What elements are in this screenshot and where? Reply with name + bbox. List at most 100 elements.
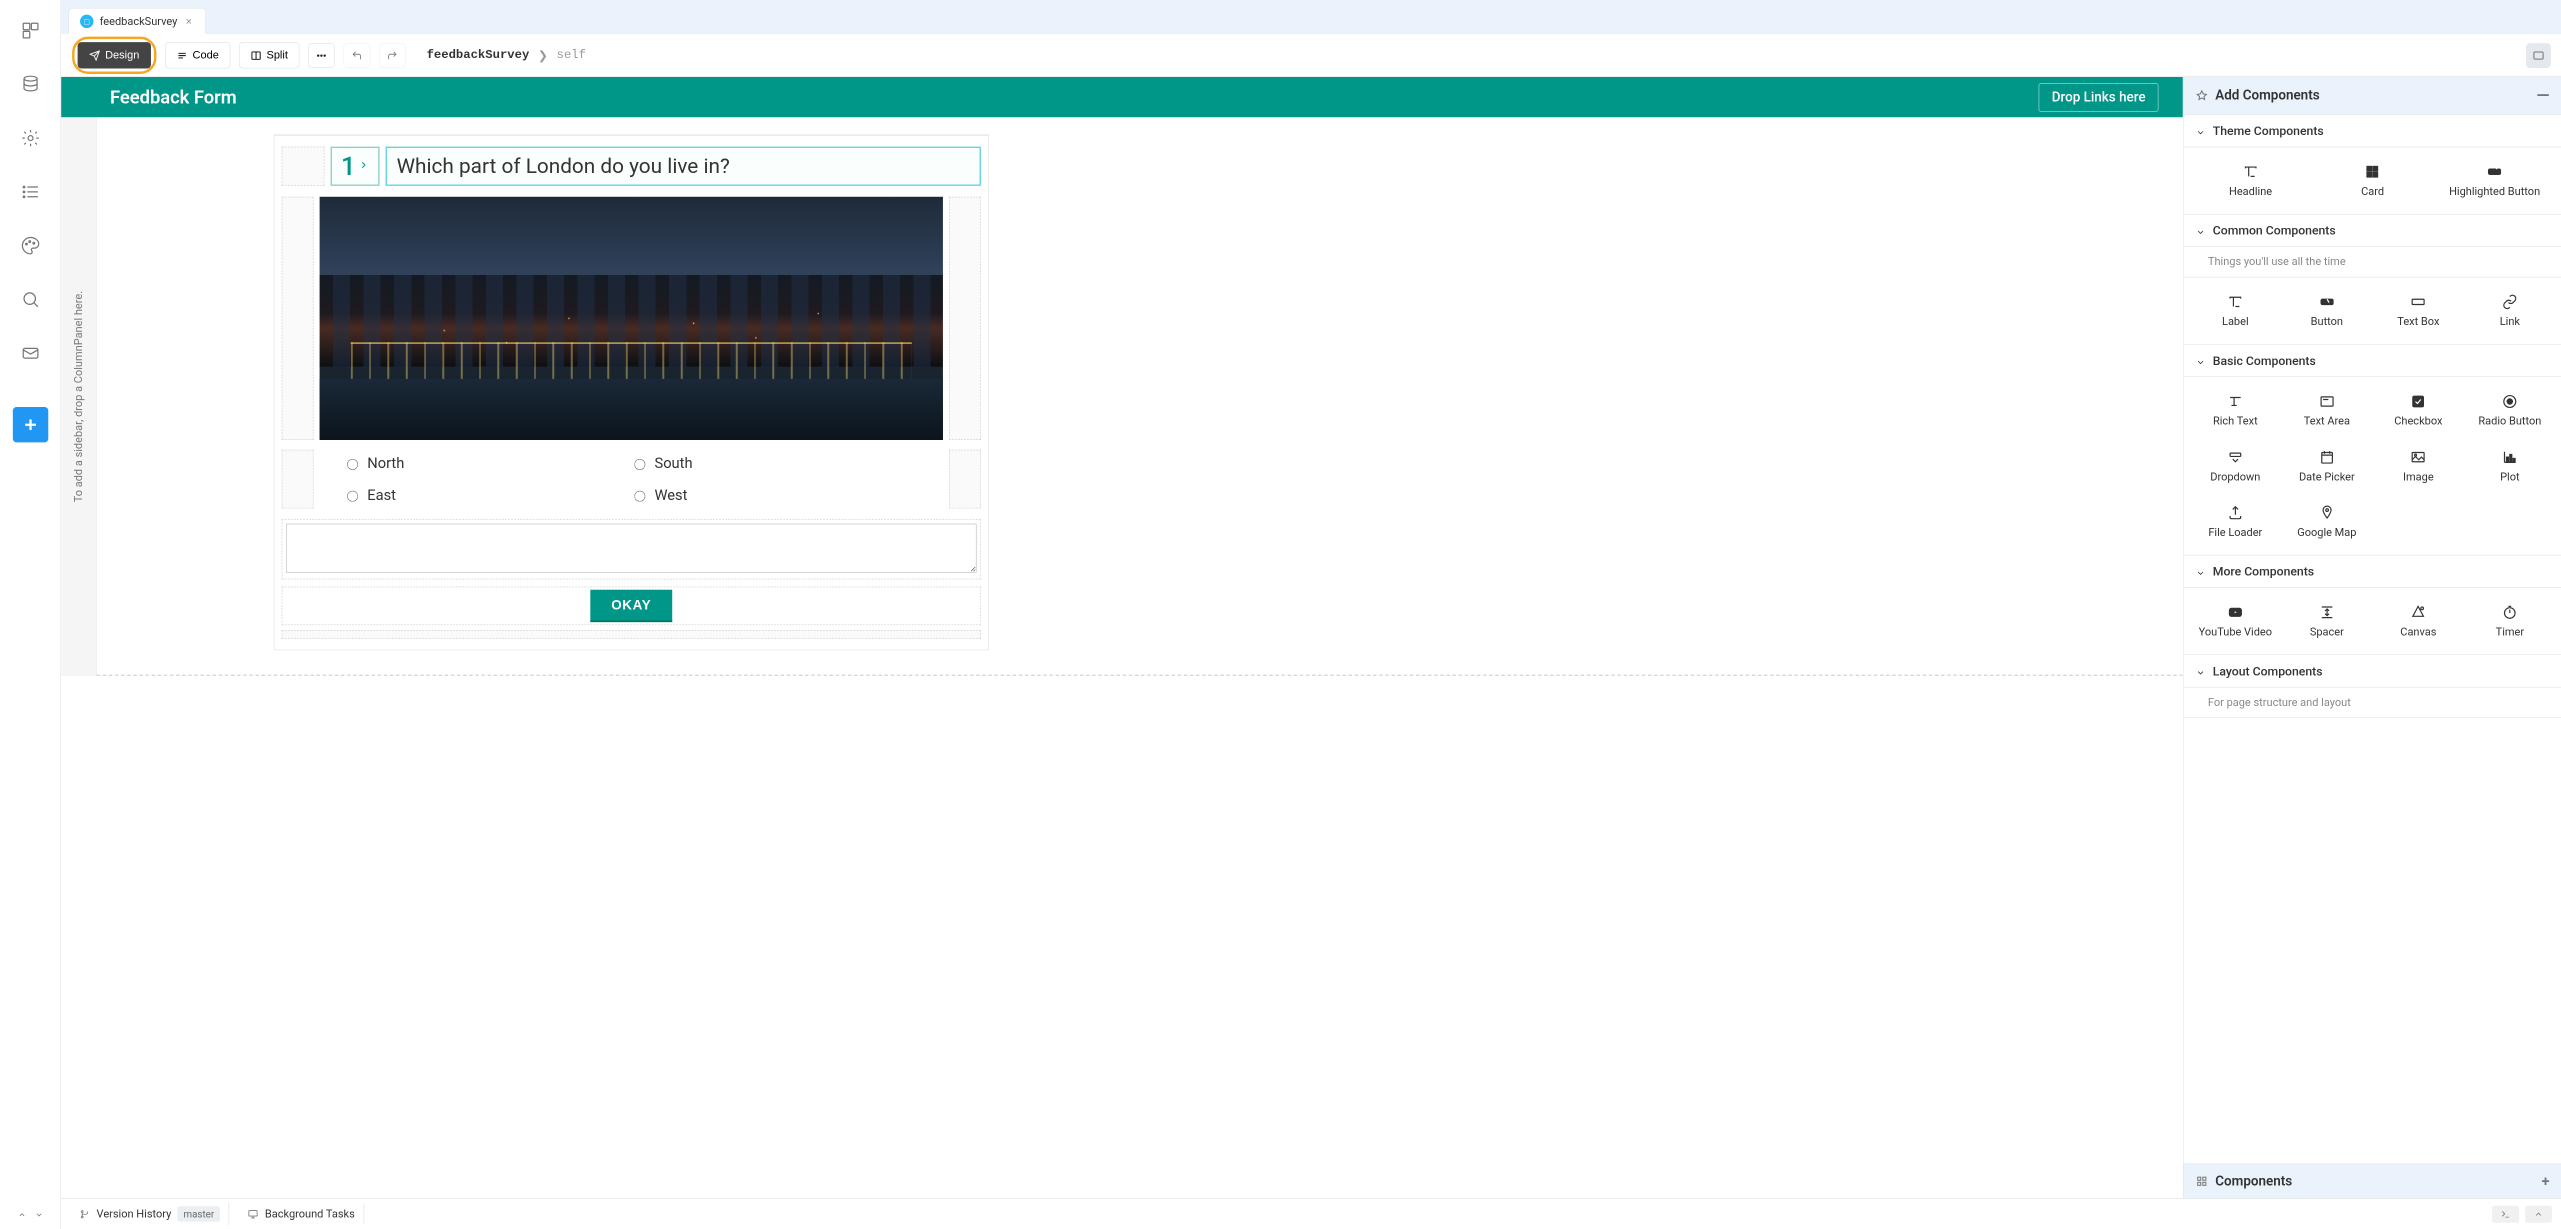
background-tasks-item[interactable]: Background Tasks <box>239 1204 364 1224</box>
drop-links-area[interactable]: Drop Links here <box>2039 83 2158 112</box>
radio-input[interactable] <box>634 459 645 470</box>
headline-icon <box>2242 163 2259 180</box>
okay-button[interactable]: OKAY <box>590 590 672 622</box>
version-history-item[interactable]: Version History master <box>71 1203 230 1226</box>
pin-icon <box>2196 90 2208 102</box>
more-menu-button[interactable] <box>308 43 335 67</box>
item-label: Button <box>2311 315 2343 328</box>
chevron-down-icon <box>2196 356 2206 366</box>
response-textarea[interactable] <box>286 524 977 573</box>
component-googlemap[interactable]: Google Map <box>2281 499 2373 544</box>
card-drop-strip[interactable] <box>282 630 981 639</box>
design-highlight-ring: Design <box>72 37 156 74</box>
tab-feedbacksurvey[interactable]: □ feedbackSurvey × <box>68 8 205 34</box>
component-card[interactable]: Card <box>2312 158 2434 203</box>
form-header-bar: Feedback Form Drop Links here <box>61 77 2183 117</box>
breadcrumb-self[interactable]: self <box>557 48 586 62</box>
component-image[interactable]: Image <box>2373 444 2465 489</box>
component-highlighted-button[interactable]: Highlighted Button <box>2434 158 2556 203</box>
component-link[interactable]: Link <box>2464 288 2556 333</box>
item-label: Card <box>2361 185 2384 198</box>
question-card[interactable]: 1 Which part of London do you live in? <box>274 134 989 650</box>
panel-collapse-up[interactable] <box>2525 1205 2552 1222</box>
mail-icon[interactable] <box>18 341 42 365</box>
list-icon[interactable] <box>18 180 42 204</box>
richtext-icon <box>2227 393 2244 410</box>
section-layout-components[interactable]: Layout Components <box>2183 655 2561 687</box>
radio-input[interactable] <box>347 459 358 470</box>
sidebar-collapse-down[interactable] <box>32 1208 45 1221</box>
section-basic-components[interactable]: Basic Components <box>2183 345 2561 377</box>
plus-icon[interactable]: + <box>2541 1173 2549 1190</box>
add-button[interactable] <box>13 407 48 442</box>
code-button[interactable]: Code <box>165 42 230 68</box>
radio-option-east[interactable]: East <box>344 486 631 503</box>
split-button[interactable]: Split <box>239 42 300 68</box>
googlemap-icon <box>2318 504 2335 521</box>
section-more-components[interactable]: More Components <box>2183 555 2561 587</box>
item-label: Canvas <box>2400 626 2436 639</box>
status-bar: Version History master Background Tasks <box>61 1198 2561 1229</box>
database-icon[interactable] <box>18 72 42 96</box>
sidebar-collapse-up[interactable] <box>15 1208 28 1221</box>
component-checkbox[interactable]: Checkbox <box>2373 388 2465 433</box>
palette-icon[interactable] <box>18 233 42 257</box>
design-button[interactable]: Design <box>78 42 151 68</box>
component-youtube[interactable]: YouTube Video <box>2190 599 2282 644</box>
form-title: Feedback Form <box>110 86 237 107</box>
minimize-icon[interactable]: — <box>2536 86 2549 106</box>
files-icon[interactable] <box>18 18 42 42</box>
question-text[interactable]: Which part of London do you live in? <box>386 147 981 186</box>
component-spacer[interactable]: Spacer <box>2281 599 2373 644</box>
component-dropdown[interactable]: Dropdown <box>2190 444 2282 489</box>
section-common-components[interactable]: Common Components <box>2183 214 2561 246</box>
label-icon <box>2227 293 2244 310</box>
textarea-wrapper <box>282 519 981 579</box>
fileloader-icon <box>2227 504 2244 521</box>
question-handle[interactable] <box>282 147 325 186</box>
component-button[interactable]: Button <box>2281 288 2373 333</box>
component-datepicker[interactable]: Date Picker <box>2281 444 2373 489</box>
component-textarea[interactable]: Text Area <box>2281 388 2373 433</box>
component-plot[interactable]: Plot <box>2464 444 2556 489</box>
component-headline[interactable]: Headline <box>2190 158 2312 203</box>
right-panel-header: Add Components — <box>2183 77 2561 115</box>
tab-bar: □ feedbackSurvey × <box>61 0 2561 34</box>
image-handle-right[interactable] <box>949 197 981 440</box>
sidebar-drop-hint[interactable]: To add a sidebar, drop a ColumnPanel her… <box>61 117 96 676</box>
component-radiobutton[interactable]: Radio Button <box>2464 388 2556 433</box>
component-canvas[interactable]: Canvas <box>2373 599 2465 644</box>
radio-input[interactable] <box>347 490 358 501</box>
component-richtext[interactable]: Rich Text <box>2190 388 2282 433</box>
question-number-box[interactable]: 1 <box>331 147 380 186</box>
component-textbox[interactable]: Text Box <box>2373 288 2465 333</box>
gear-icon[interactable] <box>18 126 42 150</box>
components-footer[interactable]: Components + <box>2183 1164 2561 1199</box>
section-theme-components[interactable]: Theme Components <box>2183 115 2561 147</box>
breadcrumb-form[interactable]: feedbackSurvey <box>427 48 530 62</box>
image-handle-left[interactable] <box>282 197 314 440</box>
component-fileloader[interactable]: File Loader <box>2190 499 2282 544</box>
options-handle-right[interactable] <box>949 450 981 509</box>
undo-button[interactable] <box>343 43 370 67</box>
radio-input[interactable] <box>634 490 645 501</box>
section-label: Basic Components <box>2213 353 2316 368</box>
search-icon[interactable] <box>18 287 42 311</box>
question-image[interactable] <box>320 197 943 440</box>
close-icon[interactable]: × <box>183 15 194 28</box>
breadcrumb: feedbackSurvey ❯ self <box>427 47 586 63</box>
component-label[interactable]: Label <box>2190 288 2282 333</box>
okay-row: OKAY <box>282 587 981 625</box>
item-label: Date Picker <box>2299 471 2355 484</box>
item-label: Plot <box>2500 471 2519 484</box>
radio-option-south[interactable]: South <box>631 455 918 472</box>
options-handle-left[interactable] <box>282 450 314 509</box>
youtube-icon <box>2227 604 2244 621</box>
item-label: Image <box>2403 471 2434 484</box>
radio-option-west[interactable]: West <box>631 486 918 503</box>
redo-button[interactable] <box>379 43 406 67</box>
console-toggle[interactable] <box>2492 1205 2519 1222</box>
responsive-view-button[interactable] <box>2526 43 2550 67</box>
component-timer[interactable]: Timer <box>2464 599 2556 644</box>
radio-option-north[interactable]: North <box>344 455 631 472</box>
